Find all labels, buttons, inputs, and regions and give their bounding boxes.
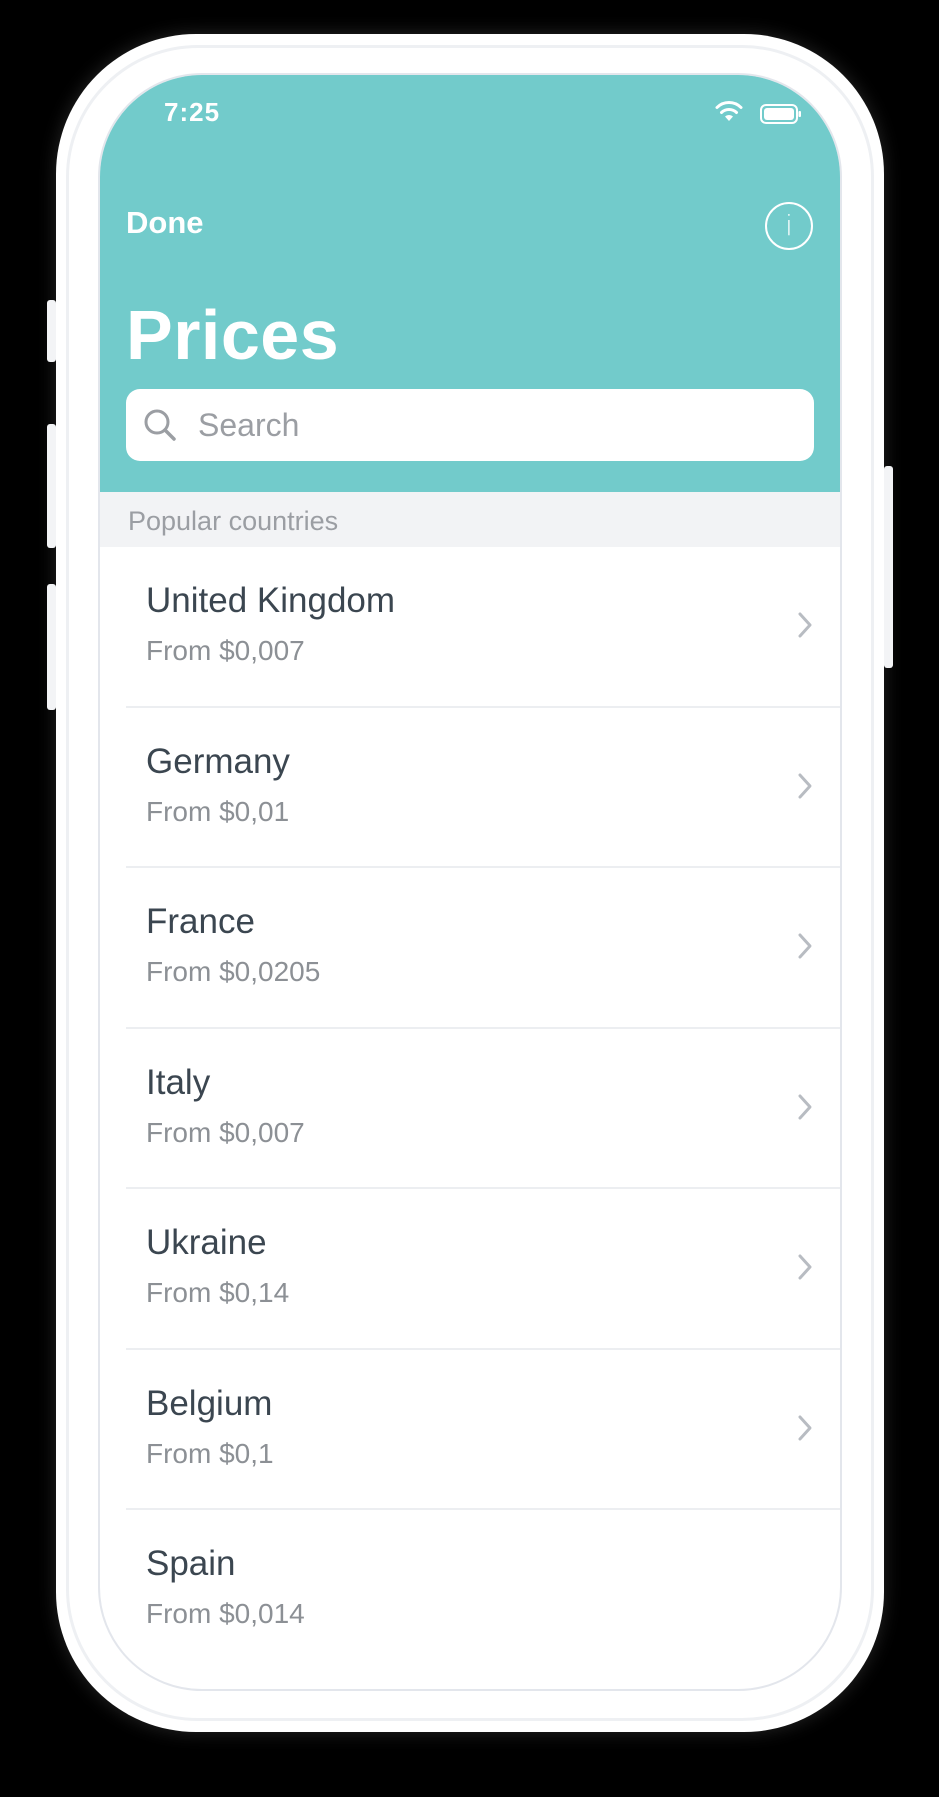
search-input[interactable] bbox=[196, 405, 760, 445]
country-price: From $0,007 bbox=[146, 1116, 305, 1148]
country-price: From $0,0205 bbox=[146, 956, 321, 987]
header: 7:25 Done i Prices bbox=[100, 75, 840, 492]
canvas: 7:25 Done i Prices Search Popular countr… bbox=[0, 0, 939, 1797]
list-item-belgium[interactable]: Belgium From $0,1 bbox=[100, 1350, 840, 1510]
chevron-right-icon bbox=[798, 773, 812, 798]
country-name: Spain bbox=[146, 1544, 236, 1583]
mute-switch bbox=[47, 300, 56, 362]
battery-icon bbox=[760, 104, 801, 124]
chevron-right-icon bbox=[798, 1415, 812, 1440]
power-button bbox=[884, 466, 893, 668]
chevron-right-icon bbox=[798, 1094, 812, 1119]
country-name: Ukraine bbox=[146, 1223, 267, 1262]
country-price: From $0,014 bbox=[146, 1598, 305, 1629]
volume-up-button bbox=[47, 424, 56, 548]
info-icon[interactable]: i bbox=[765, 202, 813, 250]
country-price: From $0,007 bbox=[146, 635, 305, 666]
country-price: From $0,01 bbox=[146, 795, 290, 827]
country-name: Germany bbox=[146, 741, 290, 781]
list-item-spain[interactable]: Spain From $0,014 bbox=[100, 1510, 840, 1671]
app-screen: 7:25 Done i Prices Search Popular countr… bbox=[98, 73, 842, 1691]
status-time: 7:25 bbox=[164, 97, 221, 127]
country-price: From $0,14 bbox=[146, 1277, 290, 1308]
done-button[interactable]: Done bbox=[126, 205, 204, 241]
chevron-right-icon bbox=[798, 612, 812, 638]
chevron-right-icon bbox=[798, 933, 812, 959]
section-label: Popular countries bbox=[128, 506, 339, 536]
list-item-france[interactable]: France From $0,0205 bbox=[100, 868, 840, 1029]
volume-down-button bbox=[47, 584, 56, 710]
list-item-ukraine[interactable]: Ukraine From $0,14 bbox=[100, 1189, 840, 1350]
list-item-italy[interactable]: Italy From $0,007 bbox=[100, 1029, 840, 1189]
country-price: From $0,1 bbox=[146, 1437, 274, 1469]
country-list: United Kingdom From $0,007 Germany From … bbox=[100, 547, 840, 1671]
country-name: France bbox=[146, 902, 255, 941]
list-item-united-kingdom[interactable]: United Kingdom From $0,007 bbox=[100, 547, 840, 708]
search-bar[interactable] bbox=[126, 389, 814, 461]
country-name: United Kingdom bbox=[146, 581, 396, 620]
chevron-right-icon bbox=[798, 1254, 812, 1280]
page-title: Prices bbox=[126, 296, 340, 374]
country-name: Italy bbox=[146, 1062, 211, 1102]
wifi-icon bbox=[715, 101, 743, 121]
section-header: Popular countries bbox=[100, 492, 840, 547]
list-item-germany[interactable]: Germany From $0,01 bbox=[100, 708, 840, 868]
search-icon bbox=[144, 409, 176, 441]
country-name: Belgium bbox=[146, 1383, 273, 1423]
